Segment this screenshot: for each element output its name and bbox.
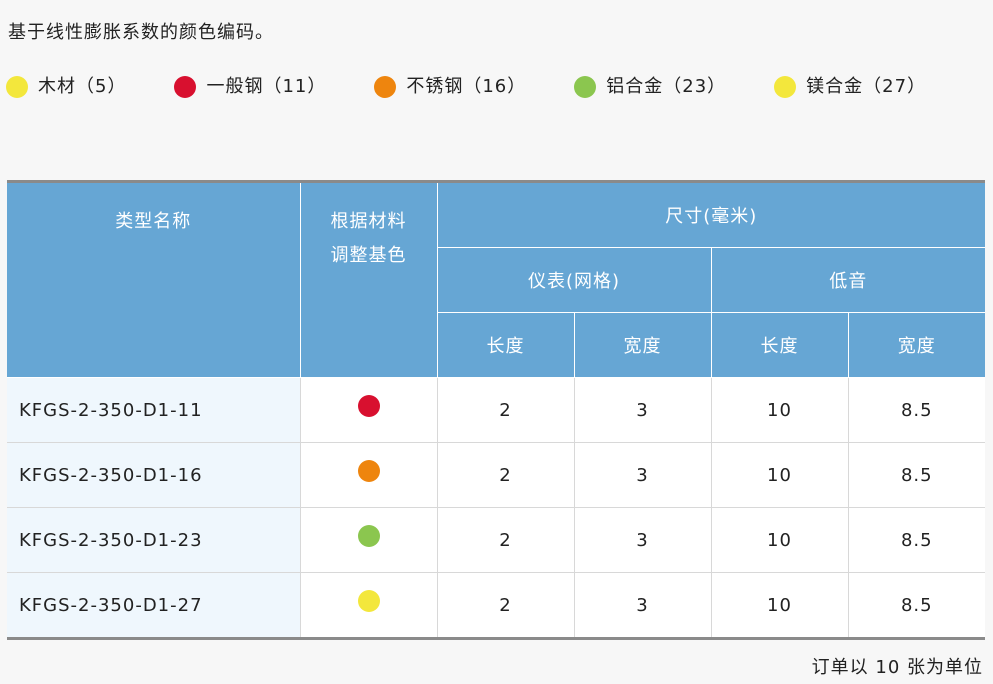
header-bass: 低音 xyxy=(710,247,986,313)
legend-item-aluminium: 铝合金（23） xyxy=(574,74,726,100)
color-dot-icon xyxy=(357,395,380,417)
order-unit-note: 订单以 10 张为单位 xyxy=(811,657,983,678)
cell-meter-length: 2 xyxy=(436,507,575,573)
legend-label: 不锈钢（16） xyxy=(406,76,527,97)
cell-base-color xyxy=(299,507,438,573)
header-size: 尺寸(毫米) xyxy=(436,181,986,248)
color-dot-icon xyxy=(357,590,380,612)
legend-label: 铝合金（23） xyxy=(606,76,727,97)
legend-label: 木材（5） xyxy=(38,76,127,97)
cell-type-name: KFGS-2-350-D1-23 xyxy=(7,507,301,573)
legend-item-magnesium: 镁合金（27） xyxy=(774,74,926,100)
cell-meter-length: 2 xyxy=(436,442,575,508)
cell-meter-width: 3 xyxy=(573,572,712,639)
cell-type-name: KFGS-2-350-D1-11 xyxy=(7,377,301,443)
cell-bass-length: 10 xyxy=(710,377,849,443)
header-meter: 仪表(网格) xyxy=(437,247,712,313)
cell-meter-width: 3 xyxy=(573,442,712,508)
cell-meter-length: 2 xyxy=(436,377,575,443)
cell-type-name: KFGS-2-350-D1-16 xyxy=(7,442,301,508)
cell-bass-length: 10 xyxy=(710,507,849,573)
table-row: KFGS-2-350-D1-23 2 3 10 8.5 xyxy=(7,507,986,573)
spec-table: 类型名称 根据材料调整基色 尺寸(毫米) 仪表(网格) 低音 长度 宽度 长度 … xyxy=(7,180,986,640)
cell-base-color xyxy=(299,572,438,639)
cell-meter-width: 3 xyxy=(573,507,712,573)
header-base-color-label: 根据材料调整基色 xyxy=(330,211,407,266)
table-row: KFGS-2-350-D1-16 2 3 10 8.5 xyxy=(7,442,986,508)
legend-item-wood: 木材（5） xyxy=(6,74,126,100)
color-dot-icon xyxy=(6,76,28,98)
header-bass-length: 长度 xyxy=(710,312,849,378)
cell-base-color xyxy=(299,442,438,508)
color-dot-icon xyxy=(774,76,797,98)
color-dot-icon xyxy=(574,76,597,98)
cell-bass-width: 8.5 xyxy=(847,442,986,508)
header-meter-width: 宽度 xyxy=(573,312,712,378)
intro-text: 基于线性膨胀系数的颜色编码。 xyxy=(8,22,274,43)
cell-meter-length: 2 xyxy=(436,572,575,639)
color-dot-icon xyxy=(374,76,397,98)
color-dot-icon xyxy=(357,525,380,547)
legend-item-stainless-steel: 不锈钢（16） xyxy=(374,74,526,100)
cell-bass-width: 8.5 xyxy=(847,377,986,443)
legend-label: 镁合金（27） xyxy=(806,76,927,97)
color-dot-icon xyxy=(357,460,380,482)
color-legend: 木材（5） 一般钢（11） 不锈钢（16） 铝合金（23） 镁合金（27） xyxy=(6,74,926,100)
table-row: KFGS-2-350-D1-11 2 3 10 8.5 xyxy=(7,377,986,443)
cell-base-color xyxy=(299,377,438,443)
header-bass-width: 宽度 xyxy=(847,312,986,378)
cell-meter-width: 3 xyxy=(573,377,712,443)
legend-label: 一般钢（11） xyxy=(206,76,327,97)
cell-bass-length: 10 xyxy=(710,442,849,508)
legend-item-steel: 一般钢（11） xyxy=(174,74,326,100)
cell-type-name: KFGS-2-350-D1-27 xyxy=(7,572,301,639)
header-type-name: 类型名称 xyxy=(7,181,301,378)
cell-bass-width: 8.5 xyxy=(847,572,986,639)
cell-bass-width: 8.5 xyxy=(847,507,986,573)
color-dot-icon xyxy=(174,76,197,98)
header-meter-length: 长度 xyxy=(437,312,575,378)
table-row: KFGS-2-350-D1-27 2 3 10 8.5 xyxy=(7,572,986,639)
cell-bass-length: 10 xyxy=(710,572,849,639)
header-base-color: 根据材料调整基色 xyxy=(299,181,438,378)
